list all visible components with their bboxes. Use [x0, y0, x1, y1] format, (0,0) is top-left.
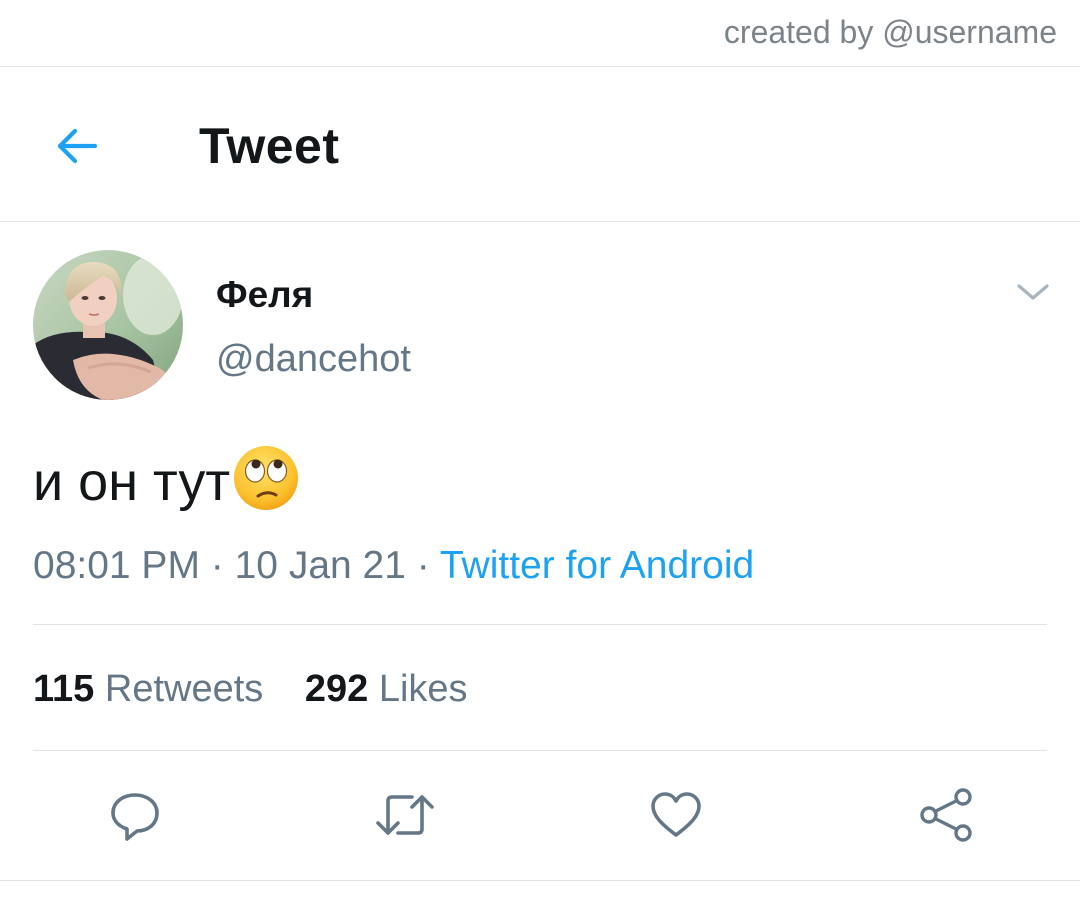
app-header: Tweet	[0, 67, 1080, 222]
tweet-time: 08:01 PM	[33, 544, 200, 587]
tweet-text-body: и он тут	[33, 452, 231, 512]
tweet-meta: 08:01 PM · 10 Jan 21 · Twitter for Andro…	[33, 544, 754, 588]
watermark-text: created by @username	[723, 14, 1057, 50]
divider	[33, 624, 1047, 625]
share-button[interactable]	[914, 783, 978, 847]
tweet-stats: 115 Retweets 292 Likes	[33, 668, 468, 711]
back-button[interactable]	[46, 115, 108, 177]
watermark-bar: created by @username	[0, 0, 1080, 67]
back-arrow-icon	[57, 128, 98, 164]
tweet-source-link[interactable]: Twitter for Android	[440, 544, 754, 587]
meta-separator: ·	[405, 544, 440, 587]
avatar[interactable]	[33, 250, 183, 400]
meta-separator: ·	[199, 544, 235, 587]
share-icon	[920, 788, 972, 842]
page-title: Tweet	[199, 118, 340, 174]
tweet-detail: Феля @dancehot и он тут 08:01 PM · 10 Ja…	[0, 222, 1080, 880]
retweets-stat[interactable]: 115 Retweets	[33, 668, 263, 711]
bottom-divider	[0, 880, 1080, 881]
retweet-icon	[376, 795, 434, 835]
avatar-photo	[33, 250, 183, 400]
likes-count: 292	[304, 668, 369, 710]
like-icon	[651, 792, 701, 837]
tweet-actions	[0, 775, 1080, 855]
likes-label: Likes	[378, 668, 468, 710]
tweet-text: и он тут	[33, 446, 300, 516]
reply-icon	[111, 793, 159, 841]
tweet-date: 10 Jan 21	[234, 544, 406, 587]
chevron-down-icon	[1017, 284, 1049, 300]
reply-button[interactable]	[103, 783, 167, 847]
retweet-button[interactable]	[373, 783, 437, 847]
retweets-label: Retweets	[104, 668, 264, 710]
divider	[33, 750, 1047, 751]
likes-stat[interactable]: 292 Likes	[305, 668, 468, 711]
author-display-name[interactable]: Феля	[216, 274, 313, 316]
tweet-menu-button[interactable]	[1010, 274, 1056, 310]
author-handle[interactable]: @dancehot	[216, 338, 411, 381]
retweets-count: 115	[33, 668, 95, 710]
face-with-rolling-eyes-icon	[234, 446, 299, 510]
like-button[interactable]	[644, 783, 708, 847]
